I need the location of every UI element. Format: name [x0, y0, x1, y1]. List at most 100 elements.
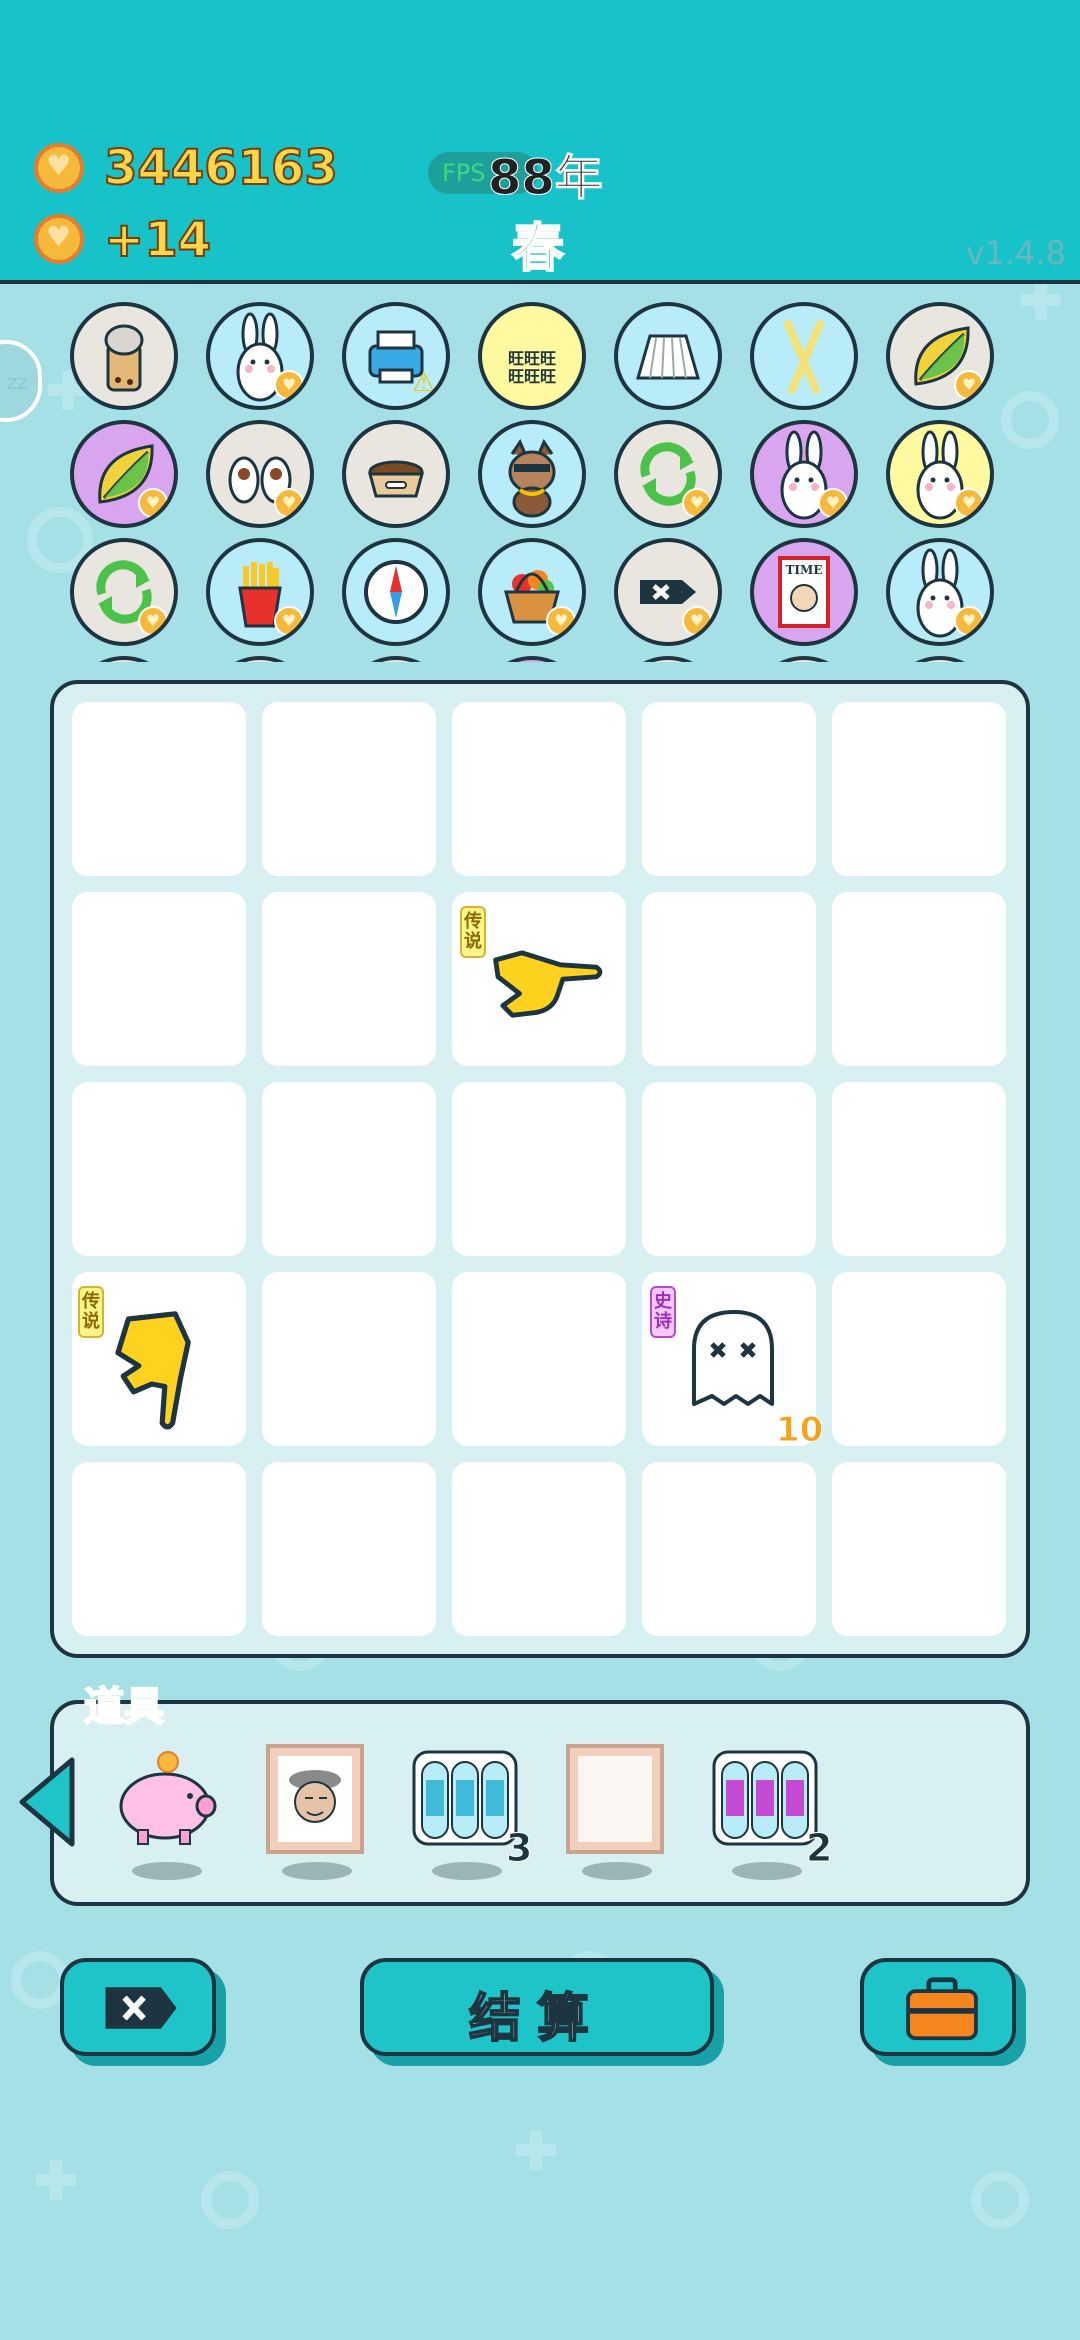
shelf-item-leaf[interactable]: ♥: [886, 302, 994, 410]
epic-pill-pack-icon: [712, 1750, 818, 1846]
shelf-item-pet-bowl[interactable]: [342, 420, 450, 528]
shelf-item-hidden[interactable]: [206, 656, 314, 662]
board-cell[interactable]: [452, 1462, 626, 1636]
pointing-hand-down-icon[interactable]: [102, 1306, 212, 1436]
side-menu-tab[interactable]: zz: [0, 340, 42, 422]
heart-coin-badge-icon: ♥: [138, 606, 168, 636]
shelf-item-milk-tea[interactable]: [70, 302, 178, 410]
rare-pills-count: 3: [505, 1826, 533, 1871]
prop-shadow: [432, 1862, 502, 1880]
prop-shadow: [582, 1862, 652, 1880]
shelf-item-rabbit[interactable]: ♥: [750, 420, 858, 528]
board-cell[interactable]: [452, 1272, 626, 1446]
svg-text:旺旺旺: 旺旺旺: [508, 349, 556, 368]
svg-text:旺旺旺: 旺旺旺: [508, 367, 556, 386]
board-cell[interactable]: [832, 1272, 1006, 1446]
prop-rare-pills[interactable]: [410, 1744, 520, 1854]
heart-coin-badge-icon: ♥: [682, 606, 712, 636]
scroll-left-arrow-icon[interactable]: [14, 1754, 78, 1850]
board-cell[interactable]: [262, 1272, 436, 1446]
prop-epic-pills[interactable]: [710, 1744, 820, 1854]
rare-pill-pack-icon: [412, 1750, 518, 1846]
shelf-item-wang-wang[interactable]: 旺旺旺 旺旺旺: [478, 302, 586, 410]
shelf-item-chopsticks[interactable]: [750, 302, 858, 410]
settle-button[interactable]: 结算: [360, 1958, 714, 2056]
shelf-item-hidden[interactable]: [478, 656, 586, 662]
milk-tea-icon: [104, 324, 144, 392]
wang-wang-icon: 旺旺旺旺旺旺: [508, 349, 556, 386]
discard-button[interactable]: [60, 1958, 216, 2056]
prop-piggy-bank[interactable]: [110, 1744, 220, 1854]
inventory-button[interactable]: [860, 1958, 1016, 2056]
shelf-item-fruit-basket[interactable]: ♥: [478, 538, 586, 646]
board-cell[interactable]: [642, 1082, 816, 1256]
version-label: v1.4.8: [965, 234, 1066, 272]
board-cell[interactable]: [832, 892, 1006, 1066]
briefcase-icon: [906, 1977, 978, 2041]
props-title: 道具: [83, 1683, 165, 1731]
shelf-item-cow-pair[interactable]: ♥: [206, 420, 314, 528]
shelf-item-leaf[interactable]: ♥: [70, 420, 178, 528]
top-status-bar: 3446163 +14 FPS 88年 春 v1.4.8: [0, 0, 1080, 284]
shelf-item-delete-tag[interactable]: ♥: [614, 538, 722, 646]
board-cell[interactable]: [832, 702, 1006, 876]
rarity-tag-legend: 传说: [460, 906, 486, 958]
prop-portrait-frame[interactable]: [260, 1744, 370, 1854]
props-panel: 3 2: [50, 1700, 1030, 1906]
shelf-item-hidden[interactable]: [342, 656, 450, 662]
item-collection[interactable]: ♥ ⚠ 旺旺旺 旺旺旺 ♥ ♥ ♥ ♥ ♥ ♥ ♥ ♥ ♥ ♥ TIME ♥: [70, 302, 1010, 662]
board-cell[interactable]: [262, 1082, 436, 1256]
board-cell[interactable]: [642, 702, 816, 876]
empty-frame-icon: [566, 1744, 664, 1854]
board-cell[interactable]: [642, 892, 816, 1066]
board-cell[interactable]: [832, 1082, 1006, 1256]
prop-shadow: [732, 1862, 802, 1880]
pleated-skirt-icon: [636, 334, 700, 380]
prop-empty-frame[interactable]: [560, 1744, 670, 1854]
coin-icon: [34, 143, 84, 193]
shelf-item-hidden[interactable]: [70, 656, 178, 662]
shelf-item-rabbit[interactable]: ♥: [206, 302, 314, 410]
rarity-tag-epic: 史诗: [650, 1286, 676, 1338]
shelf-item-refresh[interactable]: ♥: [70, 538, 178, 646]
shelf-item-hidden[interactable]: [886, 656, 994, 662]
money-total: 3446163: [103, 139, 339, 197]
heart-coin-badge-icon: ♥: [954, 606, 984, 636]
board-cell[interactable]: [72, 1082, 246, 1256]
shelf-item-rabbit[interactable]: ♥: [886, 420, 994, 528]
shelf-item-hidden[interactable]: [750, 656, 858, 662]
heart-coin-badge-icon: ♥: [274, 488, 304, 518]
rarity-tag-legend: 传说: [78, 1286, 104, 1338]
shelf-item-time-magazine[interactable]: TIME: [750, 538, 858, 646]
epic-pills-count: 2: [805, 1826, 833, 1871]
settle-button-label: 结算: [468, 1988, 605, 2050]
piggy-bank-icon: [119, 1751, 217, 1845]
heart-coin-badge-icon: ♥: [546, 606, 576, 636]
shelf-item-rabbit[interactable]: ♥: [886, 538, 994, 646]
board-cell[interactable]: [452, 1082, 626, 1256]
shelf-item-pleated-skirt[interactable]: [614, 302, 722, 410]
prop-shadow: [132, 1862, 202, 1880]
coin-icon: [34, 214, 84, 264]
shelf-item-fries[interactable]: ♥: [206, 538, 314, 646]
board-cell[interactable]: [262, 892, 436, 1066]
shelf-item-refresh[interactable]: ♥: [614, 420, 722, 528]
board-cell[interactable]: [72, 1462, 246, 1636]
shelf-item-compass[interactable]: [342, 538, 450, 646]
heart-coin-badge-icon: ♥: [954, 488, 984, 518]
shelf-item-printer[interactable]: ⚠: [342, 302, 450, 410]
shelf-item-hidden[interactable]: [614, 656, 722, 662]
board-cell[interactable]: [72, 892, 246, 1066]
board-cell[interactable]: [262, 1462, 436, 1636]
ghost-icon[interactable]: [684, 1304, 784, 1414]
board-cell[interactable]: [642, 1462, 816, 1636]
warning-icon: ⚠: [412, 368, 436, 398]
ghost-count: 10: [775, 1410, 824, 1451]
shelf-item-cool-dog[interactable]: [478, 420, 586, 528]
board-cell[interactable]: [832, 1462, 1006, 1636]
board-cell[interactable]: [452, 702, 626, 876]
board-cell[interactable]: [262, 702, 436, 876]
heart-coin-badge-icon: ♥: [274, 606, 304, 636]
pointing-hand-right-icon[interactable]: [486, 934, 606, 1034]
board-cell[interactable]: [72, 702, 246, 876]
